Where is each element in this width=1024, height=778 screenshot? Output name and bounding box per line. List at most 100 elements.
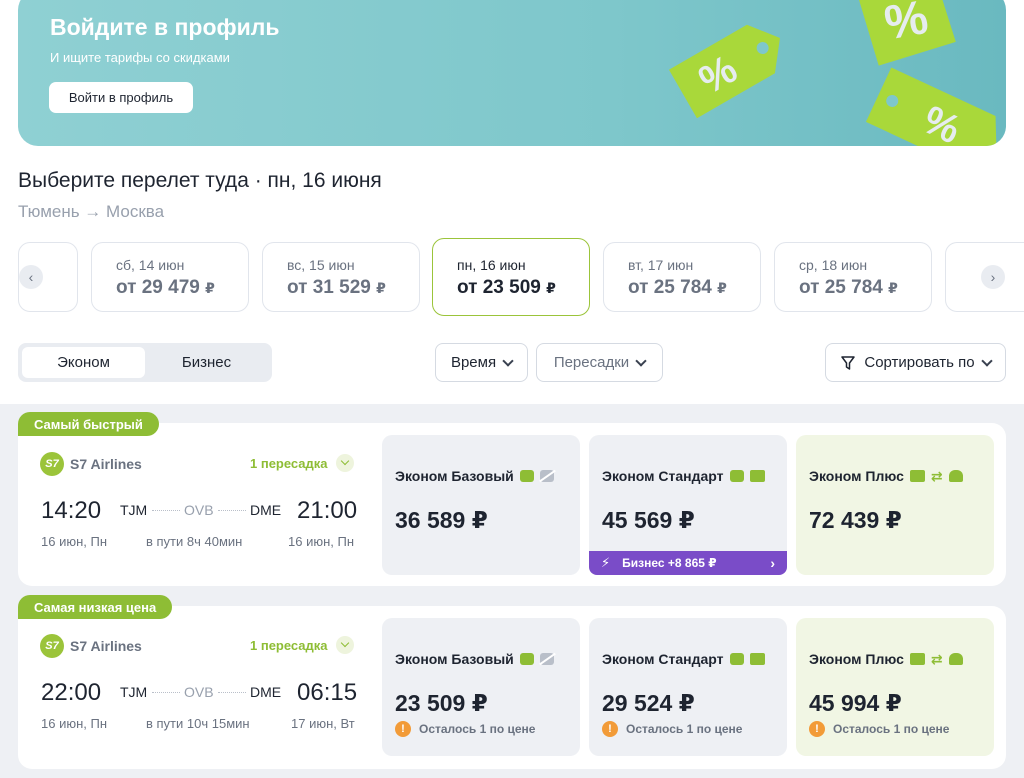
date-label: ср, 18 июн	[799, 257, 868, 273]
chevron-down-icon	[335, 636, 354, 654]
hand-luggage-icon	[729, 470, 744, 482]
seats-left-note: Осталось 1 по цене	[419, 722, 536, 736]
fare-price: 36 589 ₽	[395, 507, 488, 533]
chevron-right-icon: ›	[770, 555, 775, 571]
baggage-icon	[909, 653, 925, 665]
baggage-icon	[749, 470, 765, 482]
lightning-icon: ⚡	[601, 555, 611, 570]
fare-price: 72 439 ₽	[809, 507, 902, 533]
upsell-label: Бизнес +8 865 ₽	[622, 556, 717, 570]
fare-price: 29 524 ₽	[602, 690, 695, 716]
arrival-time: 21:00	[297, 497, 358, 524]
date-card[interactable]: вт, 17 июн от 25 784 ₽	[603, 242, 761, 312]
flight-card[interactable]: S7 S7 Airlines 1 пересадка 22:00 TJM OVB…	[18, 606, 1006, 769]
discount-tags-illustration: % % %	[668, 0, 997, 146]
airline-name: S7 Airlines	[70, 456, 142, 472]
stops-toggle[interactable]: 1 пересадка	[250, 454, 354, 472]
next-date-arrow-icon[interactable]: ›	[981, 265, 1005, 289]
hand-luggage-icon	[519, 470, 534, 482]
hand-luggage-icon	[729, 653, 744, 665]
business-tab[interactable]: Бизнес	[145, 347, 268, 378]
arrival-time: 06:15	[297, 679, 358, 706]
stops-label: 1 пересадка	[250, 455, 328, 471]
date-price: от 23 509 ₽	[457, 277, 556, 298]
airline: S7 S7 Airlines	[40, 452, 142, 476]
chevron-down-icon	[980, 354, 993, 367]
date-card[interactable]: ср, 18 июн от 25 784 ₽	[774, 242, 932, 312]
origin-code: TJM	[120, 684, 148, 700]
date-price: от 25 784 ₽	[628, 277, 727, 298]
transfers-filter-label: Пересадки	[553, 354, 630, 371]
fare-economy-basic[interactable]: Эконом Базовый 36 589 ₽	[382, 435, 580, 575]
page-title: Выберите перелет туда · пн, 16 июня	[18, 169, 382, 192]
arrival-date: 17 июн, Вт	[291, 716, 355, 731]
date-card[interactable]: вс, 15 июн от 31 529 ₽	[262, 242, 420, 312]
destination-code: DME	[250, 684, 282, 700]
exchange-icon: ⇄	[930, 468, 943, 484]
exchange-icon: ⇄	[930, 651, 943, 667]
business-upsell-button[interactable]: ⚡ Бизнес +8 865 ₽ ›	[589, 551, 787, 575]
class-toggle: Эконом Бизнес	[18, 343, 272, 382]
date-label: пн, 16 июн	[457, 257, 526, 273]
transfers-filter-dropdown[interactable]: Пересадки	[536, 343, 663, 382]
date-price: от 29 479 ₽	[116, 277, 215, 298]
departure-date: 16 июн, Пн	[41, 716, 108, 731]
fare-name: Эконом Стандарт	[602, 468, 724, 484]
seat-icon	[948, 653, 963, 665]
percent-symbol: %	[881, 0, 932, 50]
sort-label: Сортировать по	[864, 354, 975, 371]
fare-economy-standard[interactable]: Эконом Стандарт 29 524 ₽ ! Осталось 1 по …	[589, 618, 787, 756]
s7-logo-icon: S7	[40, 634, 64, 658]
destination-code: DME	[250, 502, 282, 518]
login-button[interactable]: Войти в профиль	[49, 82, 193, 113]
filter-funnel-icon	[841, 355, 856, 370]
route-dots	[218, 692, 246, 693]
chevron-down-icon	[335, 454, 354, 472]
time-filter-dropdown[interactable]: Время	[435, 343, 528, 382]
warning-icon: !	[602, 721, 618, 737]
warning-icon: !	[395, 721, 411, 737]
chevron-down-icon	[635, 354, 647, 367]
date-price: от 25 784 ₽	[799, 277, 898, 298]
fare-name: Эконом Базовый	[395, 468, 514, 484]
economy-tab[interactable]: Эконом	[22, 347, 145, 378]
departure-time: 22:00	[41, 679, 102, 706]
departure-time: 14:20	[41, 497, 102, 524]
arrival-date: 16 июн, Пн	[288, 534, 355, 549]
date-card-selected[interactable]: пн, 16 июн от 23 509 ₽	[432, 238, 590, 316]
fare-economy-plus[interactable]: Эконом Плюс ⇄ 72 439 ₽	[796, 435, 994, 575]
route-subtitle: Тюмень → Москва	[18, 202, 165, 221]
date-price: от 31 529 ₽	[287, 277, 386, 298]
fare-price: 45 569 ₽	[602, 507, 695, 533]
fare-name: Эконом Плюс	[809, 651, 904, 667]
date-label: вс, 15 июн	[287, 257, 355, 273]
airline: S7 S7 Airlines	[40, 634, 142, 658]
prev-date-arrow-icon[interactable]: ‹	[19, 265, 43, 289]
transfer-code: OVB	[184, 684, 214, 700]
sort-dropdown[interactable]: Сортировать по	[825, 343, 1006, 382]
flight-card[interactable]: S7 S7 Airlines 1 пересадка 14:20 TJM OVB…	[18, 423, 1006, 586]
fare-name: Эконом Плюс	[809, 468, 904, 484]
fare-economy-plus[interactable]: Эконом Плюс ⇄ 45 994 ₽ ! Осталось 1 по це…	[796, 618, 994, 756]
seats-left-note: Осталось 1 по цене	[833, 722, 950, 736]
baggage-icon	[909, 470, 925, 482]
lowest-price-badge: Самая низкая цена	[18, 595, 173, 619]
seat-icon	[948, 470, 963, 482]
promo-banner: Войдите в профиль И ищите тарифы со скид…	[18, 0, 1006, 146]
baggage-icon	[749, 653, 765, 665]
warning-icon: !	[809, 721, 825, 737]
fare-economy-basic[interactable]: Эконом Базовый 23 509 ₽ ! Осталось 1 по ц…	[382, 618, 580, 756]
fastest-badge: Самый быстрый	[18, 412, 159, 436]
date-label: вт, 17 июн	[628, 257, 694, 273]
stops-label: 1 пересадка	[250, 637, 328, 653]
time-filter-label: Время	[450, 354, 497, 371]
date-card[interactable]: сб, 14 июн от 29 479 ₽	[91, 242, 249, 312]
route-dots	[152, 510, 180, 511]
no-baggage-icon	[539, 653, 554, 665]
s7-logo-icon: S7	[40, 452, 64, 476]
route-dots	[218, 510, 246, 511]
fare-economy-standard[interactable]: Эконом Стандарт 45 569 ₽ ⚡ Бизнес +8 865…	[589, 435, 787, 575]
fare-price: 45 994 ₽	[809, 690, 902, 716]
route-dots	[152, 692, 180, 693]
stops-toggle[interactable]: 1 пересадка	[250, 636, 354, 654]
